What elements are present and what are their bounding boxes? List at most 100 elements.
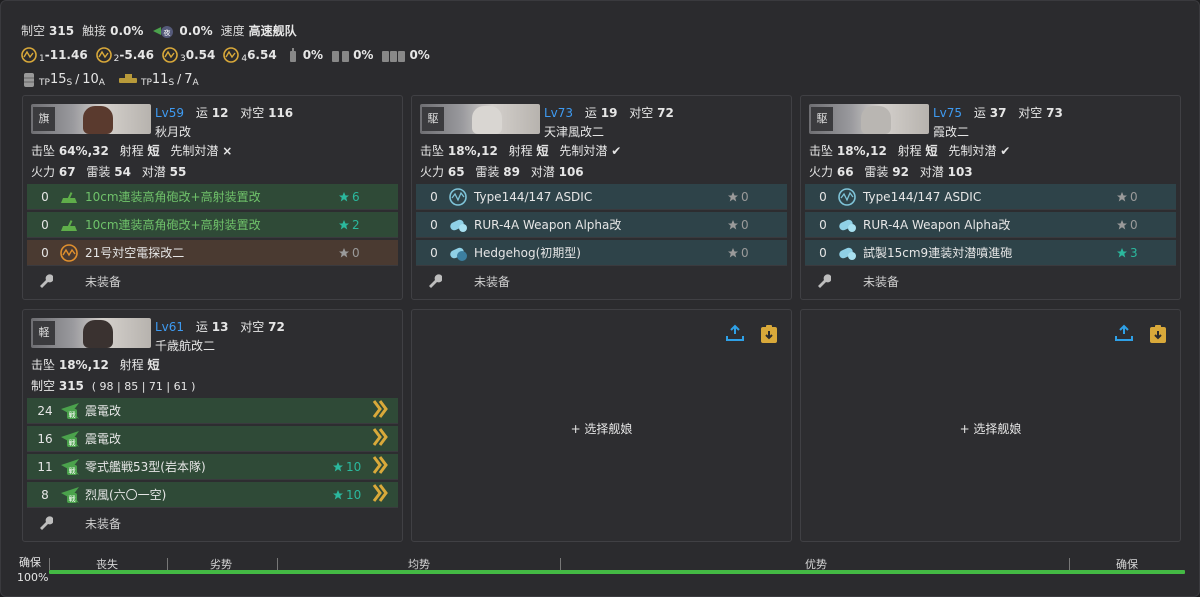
empty-ship-slot-6[interactable]: + 选择舰娘	[800, 309, 1181, 542]
import-icon[interactable]	[725, 324, 745, 347]
wrench-icon	[424, 271, 444, 291]
transport-drum-icon	[21, 71, 37, 87]
improvement-star: 0	[1116, 218, 1176, 232]
equipment-slot[interactable]: 0 試製15cm9連装対潜噴進砲 3	[805, 240, 1176, 266]
improvement-star: 6	[338, 190, 398, 204]
reinforce-slot[interactable]: 未装备	[416, 268, 787, 294]
ship-aa: 72	[268, 320, 285, 334]
aa-gun-icon	[59, 215, 79, 235]
speed-value: 高速舰队	[248, 23, 297, 38]
gauge-fill-bar	[49, 570, 1185, 574]
drum-icon	[285, 47, 301, 63]
equipment-slot[interactable]: 0 Type144/147 ASDIC 0	[416, 184, 787, 210]
equipment-slot[interactable]: 0 RUR-4A Weapon Alpha改 0	[805, 212, 1176, 238]
equipment-slot[interactable]: 24 戦 震電改	[27, 398, 398, 424]
add-ship-button[interactable]: + 选择舰娘	[412, 420, 791, 437]
equipment-name: 試製15cm9連装対潜噴進砲	[863, 246, 1013, 260]
ship-portrait: 駆	[809, 104, 929, 134]
ship-position-badge: 軽	[33, 321, 55, 345]
tp-s2-value: 11	[151, 71, 169, 87]
fighter-icon: 戦	[59, 457, 79, 477]
contact-value: 0.0%	[110, 23, 144, 38]
add-ship-button[interactable]: + 选择舰娘	[801, 420, 1180, 437]
ship-portrait: 旗	[31, 104, 151, 134]
reinforce-slot[interactable]: 未装备	[805, 268, 1176, 294]
night-contact-icon: 夜	[151, 23, 175, 39]
ship-card-2[interactable]: 駆 Lv73 运 19 对空 72 天津風改二 击坠 18%,12 射程 短 先…	[411, 95, 792, 300]
paste-icon[interactable]	[1148, 324, 1168, 347]
landing-craft-icon	[117, 71, 139, 87]
los-value-1: -11.46	[44, 47, 88, 62]
reinforce-slot[interactable]: 未装备	[27, 510, 398, 536]
los-icon	[95, 47, 112, 63]
ship-level-line: Lv61 运 13 对空 72	[155, 320, 285, 334]
equipment-slot[interactable]: 0 10cm連装高角砲改+高射装置改 2	[27, 212, 398, 238]
equipment-name: 零式艦戦53型(岩本隊)	[85, 460, 206, 474]
los-icon	[21, 47, 37, 63]
empty-ship-slot-5[interactable]: + 选择舰娘	[411, 309, 792, 542]
equipment-name: Type144/147 ASDIC	[863, 189, 982, 204]
empty-slot-label: 未装备	[863, 274, 900, 289]
depth-charge-icon	[837, 215, 857, 235]
proficiency-icon	[372, 483, 398, 506]
aa-gun-icon	[59, 187, 79, 207]
svg-text:戦: 戦	[69, 466, 76, 475]
ship-card-4[interactable]: 軽 Lv61 运 13 对空 72 千歳航改二 击坠 18%,12 射程 短 制…	[22, 309, 403, 542]
proficiency-icon	[372, 455, 398, 478]
air-superiority-gauge: 确保 100% 丧失 劣势 均势 优势 确保	[17, 556, 1185, 586]
ship-luck: 19	[600, 106, 618, 120]
ship-position-badge: 駆	[811, 107, 833, 131]
equipment-name: 震電改	[85, 404, 122, 418]
equipment-name: 震電改	[85, 432, 122, 446]
fleet-summary: 制空 315 触接 0.0% 夜 0.0% 速度 高速舰队 1 -11.46 2-…	[21, 19, 438, 91]
wrench-icon	[35, 271, 55, 291]
ship-aa: 72	[657, 106, 674, 120]
ship-level-line: Lv75 运 37 对空 73	[933, 106, 1063, 120]
equipment-slot[interactable]: 8 戦 烈風(六〇一空) 10	[27, 482, 398, 508]
import-icon[interactable]	[1114, 324, 1134, 347]
ship-aa: 116	[268, 106, 294, 120]
ship-stats-2: 火力 67 雷装 54 对潜 55	[31, 165, 187, 179]
improvement-star: 0	[727, 246, 787, 260]
equipment-slot[interactable]: 16 戦 震電改	[27, 426, 398, 452]
equipment-slot[interactable]: 0 Hedgehog(初期型) 0	[416, 240, 787, 266]
ship-card-3[interactable]: 駆 Lv75 运 37 对空 73 霞改二 击坠 18%,12 射程 短 先制対…	[800, 95, 1181, 300]
ship-level: Lv73	[544, 106, 574, 120]
equipment-name: Type144/147 ASDIC	[474, 189, 593, 204]
los-row: 1 -11.46 2 -5.46 3 0.54 4 6.54 0% 0% 0%	[21, 43, 438, 67]
ship-level: Lv61	[155, 320, 185, 334]
equipment-slot[interactable]: 0 RUR-4A Weapon Alpha改 0	[416, 212, 787, 238]
equipment-slot[interactable]: 0 10cm連装高角砲改+高射装置改 6	[27, 184, 398, 210]
drum-rate-3: 0%	[409, 47, 430, 62]
tp-a-value: 10	[82, 71, 99, 87]
flagship-badge: 旗	[33, 107, 55, 131]
empty-slot-label: 未装备	[85, 516, 122, 531]
wrench-icon	[35, 513, 55, 533]
fighter-icon: 戦	[59, 485, 79, 505]
reinforce-slot[interactable]: 未装备	[27, 268, 398, 294]
los-icon	[223, 47, 240, 63]
improvement-star: 0	[338, 246, 398, 260]
equipment-slot[interactable]: 11 戦 零式艦戦53型(岩本隊) 10	[27, 454, 398, 480]
equipment-slot[interactable]: 0 21号対空電探改二 0	[27, 240, 398, 266]
proficiency-icon	[372, 427, 398, 450]
ship-name: 千歳航改二	[155, 339, 216, 353]
speed-label: 速度	[220, 23, 245, 38]
svg-text:戦: 戦	[69, 438, 76, 447]
ship-name: 秋月改	[155, 125, 192, 139]
depth-charge-icon	[837, 243, 857, 263]
ship-stats-2: 火力 65 雷装 89 对潜 106	[420, 165, 584, 179]
improvement-star: 10	[332, 460, 372, 474]
ship-level-line: Lv59 运 12 对空 116	[155, 106, 294, 120]
equipment-slot[interactable]: 0 Type144/147 ASDIC 0	[805, 184, 1176, 210]
equipment-name: 10cm連装高角砲改+高射装置改	[85, 190, 261, 204]
los-value-2: -5.46	[119, 47, 154, 62]
ship-card-1[interactable]: 旗 Lv59 运 12 对空 116 秋月改 击坠 64%,32 射程 短 先制…	[22, 95, 403, 300]
depth-charge-projector-icon	[448, 243, 468, 263]
los-value-3: 0.54	[185, 47, 216, 62]
ship-stats-1: 击坠 18%,12 射程 短	[31, 358, 160, 372]
empty-slot-label: 未装备	[85, 274, 122, 289]
tp-s-value: 15	[49, 71, 67, 87]
fighter-icon: 戦	[59, 429, 79, 449]
paste-icon[interactable]	[759, 324, 779, 347]
